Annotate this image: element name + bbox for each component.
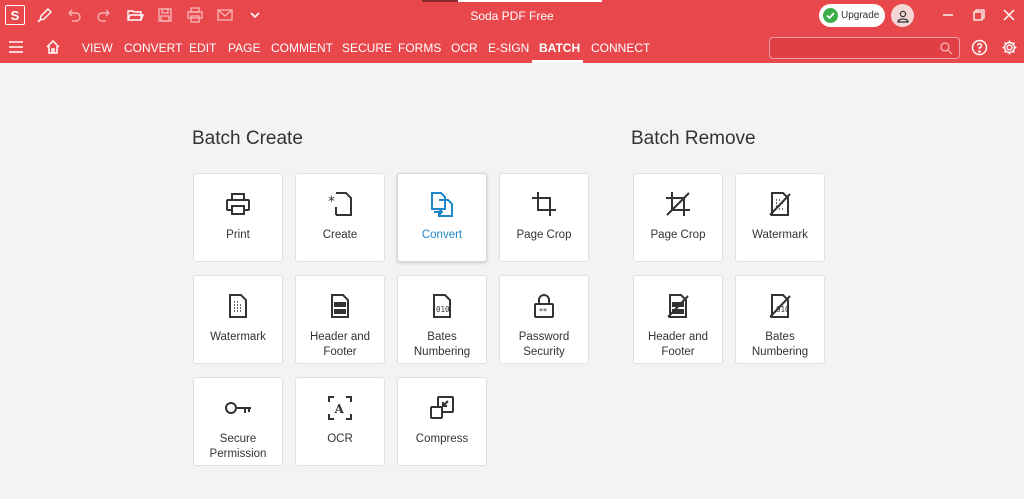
app-logo[interactable]: S bbox=[5, 5, 25, 25]
tile-label: Header and Footer bbox=[647, 331, 709, 358]
tile-label: OCR bbox=[327, 433, 353, 445]
header-footer-icon bbox=[324, 290, 356, 322]
svg-text:010: 010 bbox=[436, 305, 450, 314]
svg-text:A: A bbox=[334, 402, 345, 416]
batch-create-page-crop-tile[interactable]: Page Crop bbox=[499, 173, 589, 262]
help-icon[interactable] bbox=[968, 36, 990, 58]
batch-create-header-footer-tile[interactable]: Header and Footer bbox=[295, 275, 385, 364]
settings-gear-icon[interactable] bbox=[998, 36, 1020, 58]
check-icon bbox=[823, 8, 838, 23]
batch-create-title: Batch Create bbox=[192, 128, 303, 149]
tab-connect[interactable]: CONNECT bbox=[591, 41, 650, 55]
tile-label: Page Crop bbox=[516, 229, 572, 241]
tile-label: Bates Numbering bbox=[751, 331, 809, 358]
hamburger-menu-icon[interactable] bbox=[5, 36, 27, 58]
print-toolbar-icon[interactable] bbox=[184, 4, 206, 26]
tab-strip-indicator-dark bbox=[422, 0, 458, 2]
tile-label: Password Security bbox=[518, 331, 570, 358]
tab-ocr[interactable]: OCR bbox=[451, 41, 478, 55]
tile-label: Header and Footer bbox=[309, 331, 371, 358]
restore-icon[interactable] bbox=[968, 4, 990, 26]
home-icon[interactable] bbox=[42, 36, 64, 58]
convert-icon bbox=[426, 188, 458, 220]
minimize-icon[interactable] bbox=[937, 4, 959, 26]
tab-comment[interactable]: COMMENT bbox=[271, 41, 333, 55]
tab-forms[interactable]: FORMS bbox=[398, 41, 441, 55]
batch-create-secure-permission-tile[interactable]: Secure Permission bbox=[193, 377, 283, 466]
upgrade-label: Upgrade bbox=[841, 10, 880, 21]
batch-create-convert-tile[interactable]: Convert bbox=[397, 173, 487, 262]
ocr-icon: A bbox=[324, 392, 356, 424]
batch-remove-watermark-tile[interactable]: Watermark bbox=[735, 173, 825, 262]
tile-label: Secure Permission bbox=[209, 433, 267, 460]
crop-icon bbox=[528, 188, 560, 220]
batch-create-bates-numbering-tile[interactable]: 010 Bates Numbering bbox=[397, 275, 487, 364]
bates-remove-icon: 010 bbox=[764, 290, 796, 322]
batch-create-create-tile[interactable]: * Create bbox=[295, 173, 385, 262]
batch-create-compress-tile[interactable]: Compress bbox=[397, 377, 487, 466]
tab-edit[interactable]: EDIT bbox=[189, 41, 216, 55]
ribbon-menu-bar: VIEW CONVERT EDIT PAGE COMMENT SECURE FO… bbox=[0, 31, 1024, 63]
printer-icon bbox=[222, 188, 254, 220]
tab-batch[interactable]: BATCH bbox=[539, 41, 580, 55]
tile-label: Bates Numbering bbox=[413, 331, 471, 358]
header-footer-remove-icon bbox=[662, 290, 694, 322]
batch-create-print-tile[interactable]: Print bbox=[193, 173, 283, 262]
tab-e-sign[interactable]: E-SIGN bbox=[488, 41, 529, 55]
search-box[interactable] bbox=[769, 37, 960, 59]
svg-text:**: ** bbox=[539, 307, 547, 316]
tile-label: Watermark bbox=[752, 229, 808, 241]
tile-label: Create bbox=[322, 229, 358, 241]
batch-create-watermark-tile[interactable]: Watermark bbox=[193, 275, 283, 364]
tile-label: Page Crop bbox=[650, 229, 706, 241]
quick-access-dropdown-icon[interactable] bbox=[244, 4, 266, 26]
email-icon[interactable] bbox=[214, 4, 236, 26]
batch-remove-header-footer-tile[interactable]: Header and Footer bbox=[633, 275, 723, 364]
tile-label: Convert bbox=[421, 229, 463, 241]
tab-page[interactable]: PAGE bbox=[228, 41, 260, 55]
active-tab-indicator bbox=[532, 60, 583, 63]
sign-pen-icon[interactable] bbox=[34, 4, 56, 26]
account-avatar-icon[interactable] bbox=[891, 4, 914, 27]
search-icon[interactable] bbox=[939, 41, 953, 60]
close-icon[interactable] bbox=[998, 4, 1020, 26]
tab-view[interactable]: VIEW bbox=[82, 41, 113, 55]
tab-convert[interactable]: CONVERT bbox=[124, 41, 182, 55]
tab-secure[interactable]: SECURE bbox=[342, 41, 392, 55]
tile-label: Watermark bbox=[210, 331, 266, 343]
batch-remove-bates-numbering-tile[interactable]: 010 Bates Numbering bbox=[735, 275, 825, 364]
undo-icon[interactable] bbox=[63, 4, 85, 26]
watermark-remove-icon bbox=[764, 188, 796, 220]
new-document-icon: * bbox=[324, 188, 356, 220]
tile-label: Compress bbox=[415, 433, 469, 445]
batch-create-ocr-tile[interactable]: A OCR bbox=[295, 377, 385, 466]
compress-icon bbox=[426, 392, 458, 424]
redo-icon[interactable] bbox=[93, 4, 115, 26]
batch-remove-page-crop-tile[interactable]: Page Crop bbox=[633, 173, 723, 262]
watermark-icon bbox=[222, 290, 254, 322]
tile-label: Print bbox=[226, 229, 250, 241]
key-icon bbox=[222, 392, 254, 424]
bates-numbering-icon: 010 bbox=[426, 290, 458, 322]
save-icon[interactable] bbox=[154, 4, 176, 26]
svg-text:*: * bbox=[328, 194, 335, 210]
upgrade-button[interactable]: Upgrade bbox=[819, 4, 885, 27]
title-bar: S Soda PDF Free Upgrade bbox=[0, 0, 1024, 31]
batch-create-password-security-tile[interactable]: ** Password Security bbox=[499, 275, 589, 364]
open-folder-icon[interactable] bbox=[124, 4, 146, 26]
batch-remove-title: Batch Remove bbox=[631, 128, 756, 149]
crop-remove-icon bbox=[662, 188, 694, 220]
padlock-icon: ** bbox=[528, 290, 560, 322]
